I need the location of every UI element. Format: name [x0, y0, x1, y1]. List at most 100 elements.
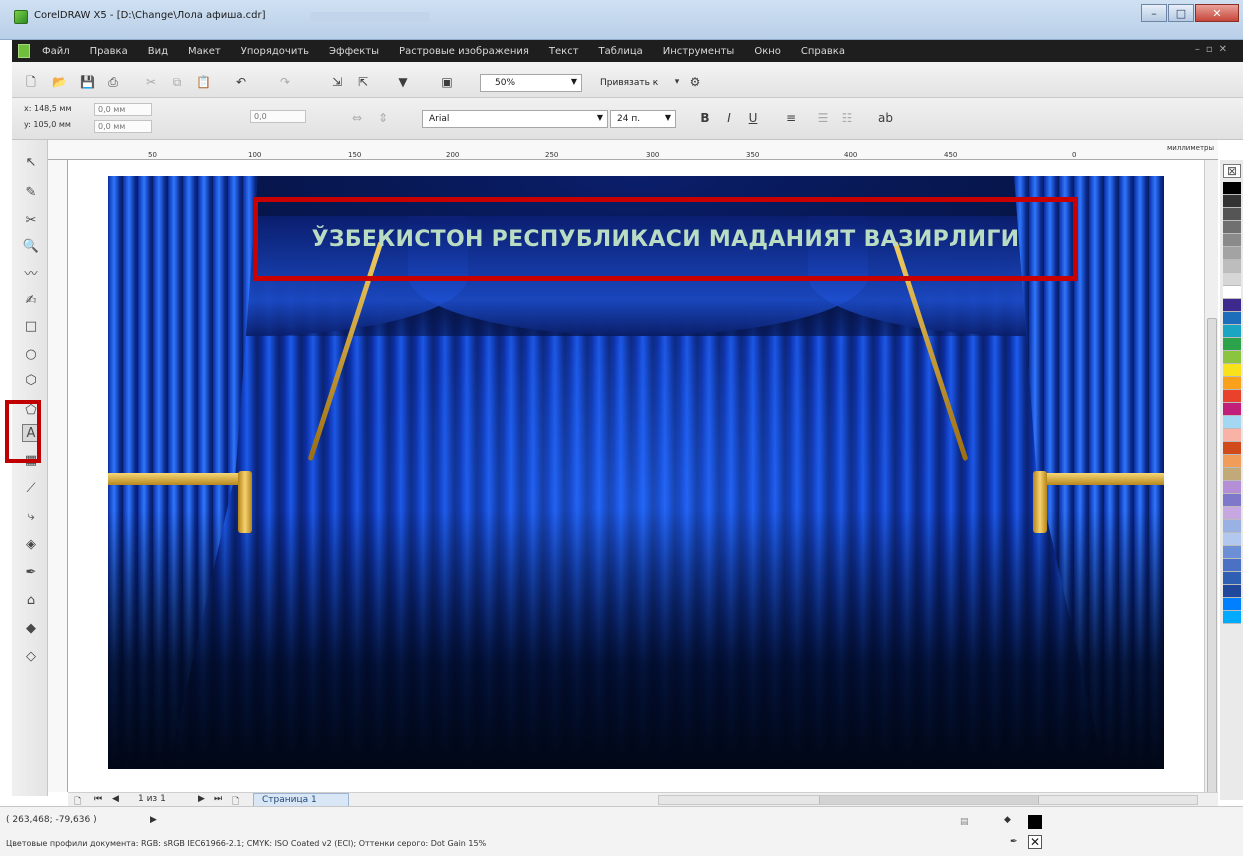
color-swatch[interactable] — [1223, 299, 1241, 312]
stage-title-text[interactable]: ЎЗБЕКИСТОН РЕСПУБЛИКАСИ МАДАНИЯТ ВАЗИРЛИ… — [312, 227, 1020, 252]
dimension-tool-icon[interactable]: ⟋ — [22, 480, 40, 498]
new-icon[interactable]: 🗋 — [24, 75, 38, 89]
color-swatch[interactable] — [1223, 429, 1241, 442]
next-page-icon[interactable]: ▶ — [198, 794, 205, 804]
launcher-icon[interactable]: ▼ — [396, 75, 410, 89]
color-swatch[interactable] — [1223, 234, 1241, 247]
shape-tool-icon[interactable]: ✎ — [22, 184, 40, 202]
color-swatch[interactable] — [1223, 598, 1241, 611]
color-swatch[interactable] — [1223, 351, 1241, 364]
eyedropper-tool-icon[interactable]: ✒ — [22, 564, 40, 582]
zoom-tool-icon[interactable]: 🔍 — [22, 238, 40, 256]
mirror-vertical-icon[interactable]: ⇕ — [376, 111, 390, 125]
freehand-tool-icon[interactable]: 〰 — [22, 266, 40, 284]
italic-icon[interactable]: I — [722, 111, 736, 125]
connector-tool-icon[interactable]: ⤷ — [22, 508, 40, 526]
x-position-field[interactable]: x: 148,5 мм — [24, 104, 72, 113]
undo-icon[interactable]: ↶ — [234, 75, 248, 89]
color-swatch[interactable] — [1223, 195, 1241, 208]
first-page-icon[interactable]: ⏮ — [94, 794, 102, 804]
color-swatch[interactable] — [1223, 338, 1241, 351]
vertical-scrollbar[interactable] — [1204, 160, 1218, 856]
fill-color-swatch[interactable] — [1028, 815, 1042, 829]
y-position-field[interactable]: y: 105,0 мм — [24, 120, 71, 129]
menu-bitmaps[interactable]: Растровые изображения — [399, 46, 529, 57]
color-swatch[interactable] — [1223, 442, 1241, 455]
blend-tool-icon[interactable]: ◈ — [22, 536, 40, 554]
edit-text-icon[interactable]: ab — [878, 111, 893, 125]
open-icon[interactable]: 📂 — [52, 75, 67, 89]
color-swatch[interactable] — [1223, 468, 1241, 481]
options-icon[interactable]: ⚙ — [688, 75, 702, 89]
color-swatch[interactable] — [1223, 520, 1241, 533]
menu-table[interactable]: Таблица — [599, 46, 643, 57]
maximize-button[interactable]: □ — [1168, 4, 1194, 22]
color-swatch[interactable] — [1223, 273, 1241, 286]
menu-file[interactable]: Файл — [42, 46, 70, 57]
color-swatch[interactable] — [1223, 533, 1241, 546]
ellipse-tool-icon[interactable]: ○ — [22, 346, 40, 364]
print-icon[interactable]: ⎙ — [106, 75, 120, 89]
color-swatch[interactable] — [1223, 286, 1241, 299]
vertical-ruler[interactable] — [48, 160, 68, 792]
pick-tool-icon[interactable]: ↖ — [22, 154, 40, 172]
copy-icon[interactable]: ⧉ — [170, 75, 184, 89]
close-button[interactable]: ✕ — [1195, 4, 1239, 22]
redo-icon[interactable]: ↷ — [278, 75, 292, 89]
underline-icon[interactable]: U — [746, 111, 760, 125]
color-swatch[interactable] — [1223, 572, 1241, 585]
polygon-tool-icon[interactable]: ⬡ — [22, 372, 40, 390]
no-outline-swatch[interactable]: ✕ — [1028, 835, 1042, 849]
paste-icon[interactable]: 📋 — [196, 75, 211, 89]
color-swatch[interactable] — [1223, 208, 1241, 221]
rectangle-tool-icon[interactable]: □ — [22, 318, 40, 336]
export-icon[interactable]: ⇱ — [356, 75, 370, 89]
color-swatch[interactable] — [1223, 325, 1241, 338]
mirror-horizontal-icon[interactable]: ⇔ — [350, 111, 364, 125]
drop-cap-icon[interactable]: ☷ — [840, 111, 854, 125]
last-page-icon[interactable]: ⏭ — [214, 794, 222, 804]
color-swatch[interactable] — [1223, 182, 1241, 195]
color-swatch[interactable] — [1223, 364, 1241, 377]
color-swatch[interactable] — [1223, 247, 1241, 260]
menu-window[interactable]: Окно — [754, 46, 781, 57]
snap-to-button[interactable]: Привязать к — [600, 78, 658, 88]
document-color-profile[interactable]: Цветовые профили документа: RGB: sRGB IE… — [6, 839, 486, 848]
welcome-screen-icon[interactable]: ▣ — [440, 75, 454, 89]
height-field[interactable]: 0,0 мм — [94, 120, 152, 133]
color-swatch[interactable] — [1223, 494, 1241, 507]
color-swatch[interactable] — [1223, 221, 1241, 234]
menu-arrange[interactable]: Упорядочить — [241, 46, 309, 57]
menu-tools[interactable]: Инструменты — [663, 46, 735, 57]
color-swatch[interactable] — [1223, 416, 1241, 429]
interactive-fill-tool-icon[interactable]: ◇ — [22, 648, 40, 666]
horizontal-scrollbar[interactable] — [658, 795, 1198, 805]
zoom-level-select[interactable]: 50% ▼ — [480, 74, 582, 92]
color-swatch[interactable] — [1223, 312, 1241, 325]
color-swatch[interactable] — [1223, 390, 1241, 403]
outline-status-icon[interactable]: ✒ — [1010, 837, 1018, 847]
smart-fill-tool-icon[interactable]: ✍ — [22, 292, 40, 310]
menu-help[interactable]: Справка — [801, 46, 845, 57]
color-swatch[interactable] — [1223, 403, 1241, 416]
font-size-select[interactable]: 24 п. ▼ — [610, 110, 676, 128]
theater-curtain-image[interactable]: ЎЗБЕКИСТОН РЕСПУБЛИКАСИ МАДАНИЯТ ВАЗИРЛИ… — [108, 176, 1164, 769]
previous-page-icon[interactable]: ◀ — [112, 794, 119, 804]
color-swatch[interactable] — [1223, 559, 1241, 572]
outline-tool-icon[interactable]: ⌂ — [22, 592, 40, 610]
status-arrow-icon[interactable]: ▶ — [150, 815, 157, 825]
bullet-list-icon[interactable]: ☰ — [816, 111, 830, 125]
save-icon[interactable]: 💾 — [80, 75, 95, 89]
horizontal-scroll-thumb[interactable] — [819, 796, 1039, 804]
fill-tool-icon[interactable]: ◆ — [22, 620, 40, 638]
angle-field[interactable]: 0,0 — [250, 110, 306, 123]
color-swatch[interactable] — [1223, 507, 1241, 520]
doc-window-controls[interactable]: –▫✕ — [1195, 44, 1233, 55]
minimize-button[interactable]: – — [1141, 4, 1167, 22]
color-swatch[interactable] — [1223, 546, 1241, 559]
menu-text[interactable]: Текст — [549, 46, 579, 57]
no-color-swatch[interactable]: ⊠ — [1223, 164, 1241, 178]
color-swatch[interactable] — [1223, 611, 1241, 624]
vertical-scroll-thumb[interactable] — [1207, 318, 1217, 856]
import-icon[interactable]: ⇲ — [330, 75, 344, 89]
